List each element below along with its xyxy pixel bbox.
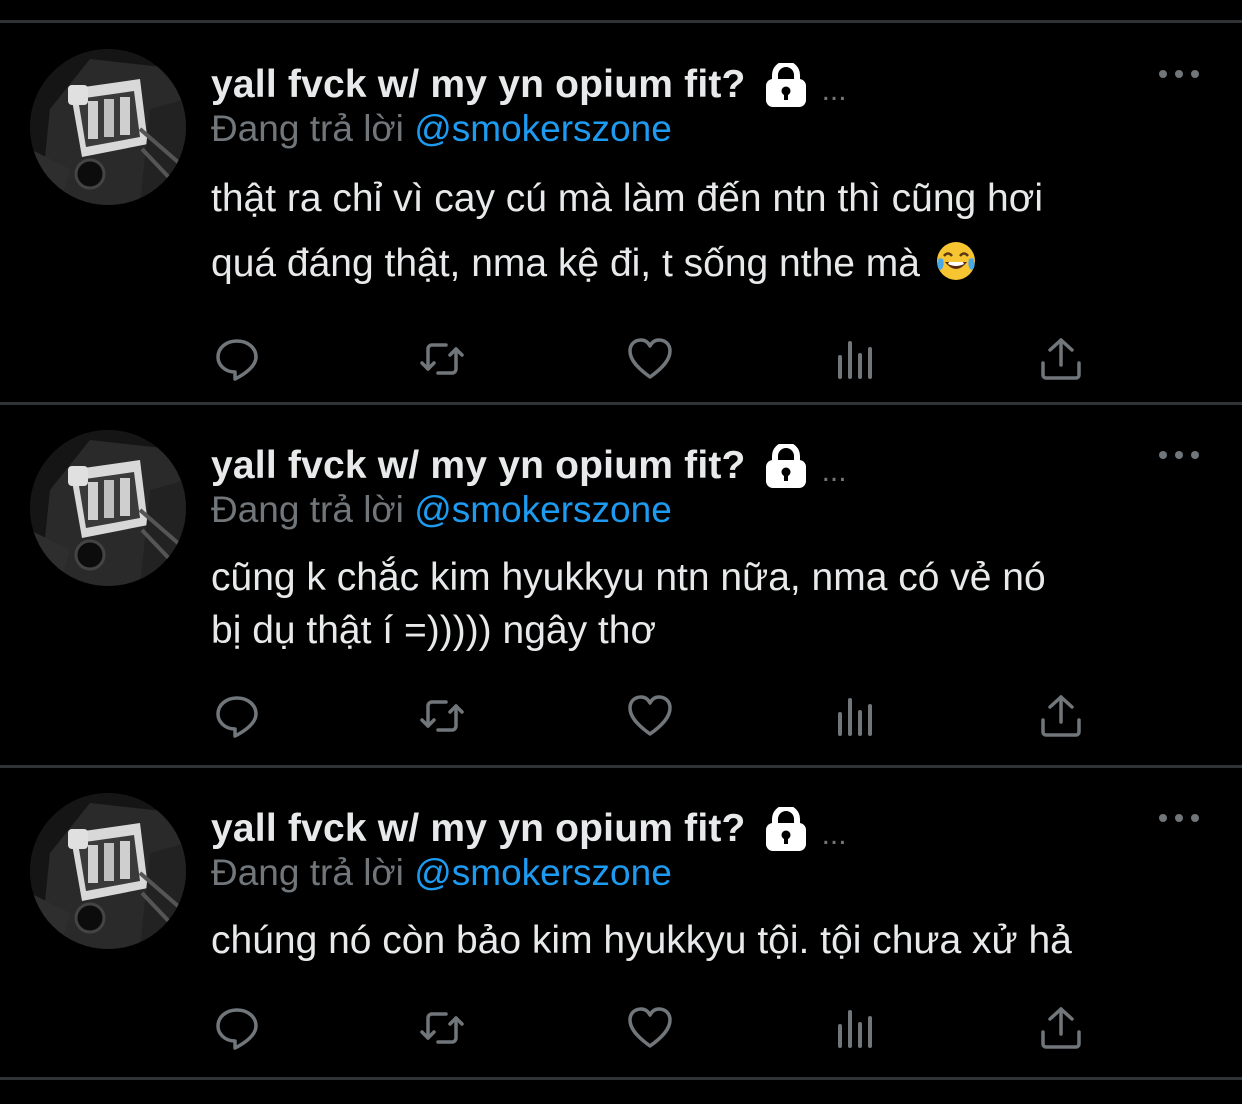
share-icon[interactable] [1031, 329, 1091, 389]
tweet[interactable]: yall fvck w/ my yn opium fit? ... Đang t… [0, 768, 1242, 1076]
action-bar [0, 686, 1242, 746]
tweet-text: thật ra chỉ vì cay cú mà làm đến ntn thì… [211, 166, 1211, 296]
lock-icon [765, 61, 806, 107]
more-horizontal-icon[interactable] [1158, 445, 1200, 465]
retweet-icon[interactable] [412, 998, 472, 1058]
tweet-header: yall fvck w/ my yn opium fit? ... [211, 438, 847, 494]
heart-icon[interactable] [620, 998, 680, 1058]
reply-prefix: Đang trả lời [211, 489, 404, 530]
action-bar [0, 998, 1242, 1058]
avatar[interactable] [30, 793, 186, 949]
display-name[interactable]: yall fvck w/ my yn opium fit? [211, 63, 746, 107]
tweet-text-line-with-emoji: quá đáng thật, nma kệ đi, t sống nthe mà [211, 231, 1211, 296]
display-name[interactable]: yall fvck w/ my yn opium fit? [211, 444, 746, 488]
tweet-header: yall fvck w/ my yn opium fit? ... [211, 57, 847, 113]
replying-to: Đang trả lời @smokerszone [211, 108, 672, 150]
lock-icon [765, 805, 806, 851]
avatar[interactable] [30, 430, 186, 586]
action-bar [0, 329, 1242, 389]
reply-icon[interactable] [207, 329, 267, 389]
tweet[interactable]: yall fvck w/ my yn opium fit? ... Đang t… [0, 405, 1242, 765]
tweet-header: yall fvck w/ my yn opium fit? ... [211, 801, 847, 857]
tweet[interactable]: yall fvck w/ my yn opium fit? ... Đang t… [0, 24, 1242, 384]
name-ellipsis: ... [821, 74, 847, 107]
avatar-photo [30, 793, 186, 949]
lock-icon [765, 442, 806, 488]
divider-bottom [0, 1077, 1242, 1080]
avatar-photo [30, 430, 186, 586]
share-icon[interactable] [1031, 686, 1091, 746]
heart-icon[interactable] [620, 329, 680, 389]
tweet-text-line: bị dụ thật í =))))) ngây thơ [211, 609, 657, 652]
tweet-text: cũng k chắc kim hyukkyu ntn nữa, nma có … [211, 551, 1211, 657]
share-icon[interactable] [1031, 998, 1091, 1058]
reply-handle-link[interactable]: @smokerszone [414, 489, 672, 530]
reply-handle-link[interactable]: @smokerszone [414, 108, 672, 149]
tweet-text-line: chúng nó còn bảo kim hyukkyu tội. tội ch… [211, 919, 1072, 962]
tweet-text-line: cũng k chắc kim hyukkyu ntn nữa, nma có … [211, 556, 1046, 599]
tweet-text: chúng nó còn bảo kim hyukkyu tội. tội ch… [211, 908, 1211, 973]
more-horizontal-icon[interactable] [1158, 64, 1200, 84]
name-ellipsis: ... [821, 455, 847, 488]
reply-prefix: Đang trả lời [211, 108, 404, 149]
analytics-icon[interactable] [826, 329, 886, 389]
divider-top [0, 20, 1242, 23]
analytics-icon[interactable] [826, 998, 886, 1058]
tweet-text-line: thật ra chỉ vì cay cú mà làm đến ntn thì… [211, 177, 1043, 220]
reply-handle-link[interactable]: @smokerszone [414, 852, 672, 893]
display-name[interactable]: yall fvck w/ my yn opium fit? [211, 807, 746, 851]
analytics-icon[interactable] [826, 686, 886, 746]
tweet-text-line: quá đáng thật, nma kệ đi, t sống nthe mà [211, 242, 920, 285]
replying-to: Đang trả lời @smokerszone [211, 852, 672, 894]
reply-prefix: Đang trả lời [211, 852, 404, 893]
heart-icon[interactable] [620, 686, 680, 746]
reply-icon[interactable] [207, 686, 267, 746]
name-ellipsis: ... [821, 818, 847, 851]
retweet-icon[interactable] [412, 329, 472, 389]
more-horizontal-icon[interactable] [1158, 808, 1200, 828]
replying-to: Đang trả lời @smokerszone [211, 489, 672, 531]
reply-icon[interactable] [207, 998, 267, 1058]
retweet-icon[interactable] [412, 686, 472, 746]
avatar-photo [30, 49, 186, 205]
face-with-tears-of-joy-icon [935, 237, 977, 280]
avatar[interactable] [30, 49, 186, 205]
